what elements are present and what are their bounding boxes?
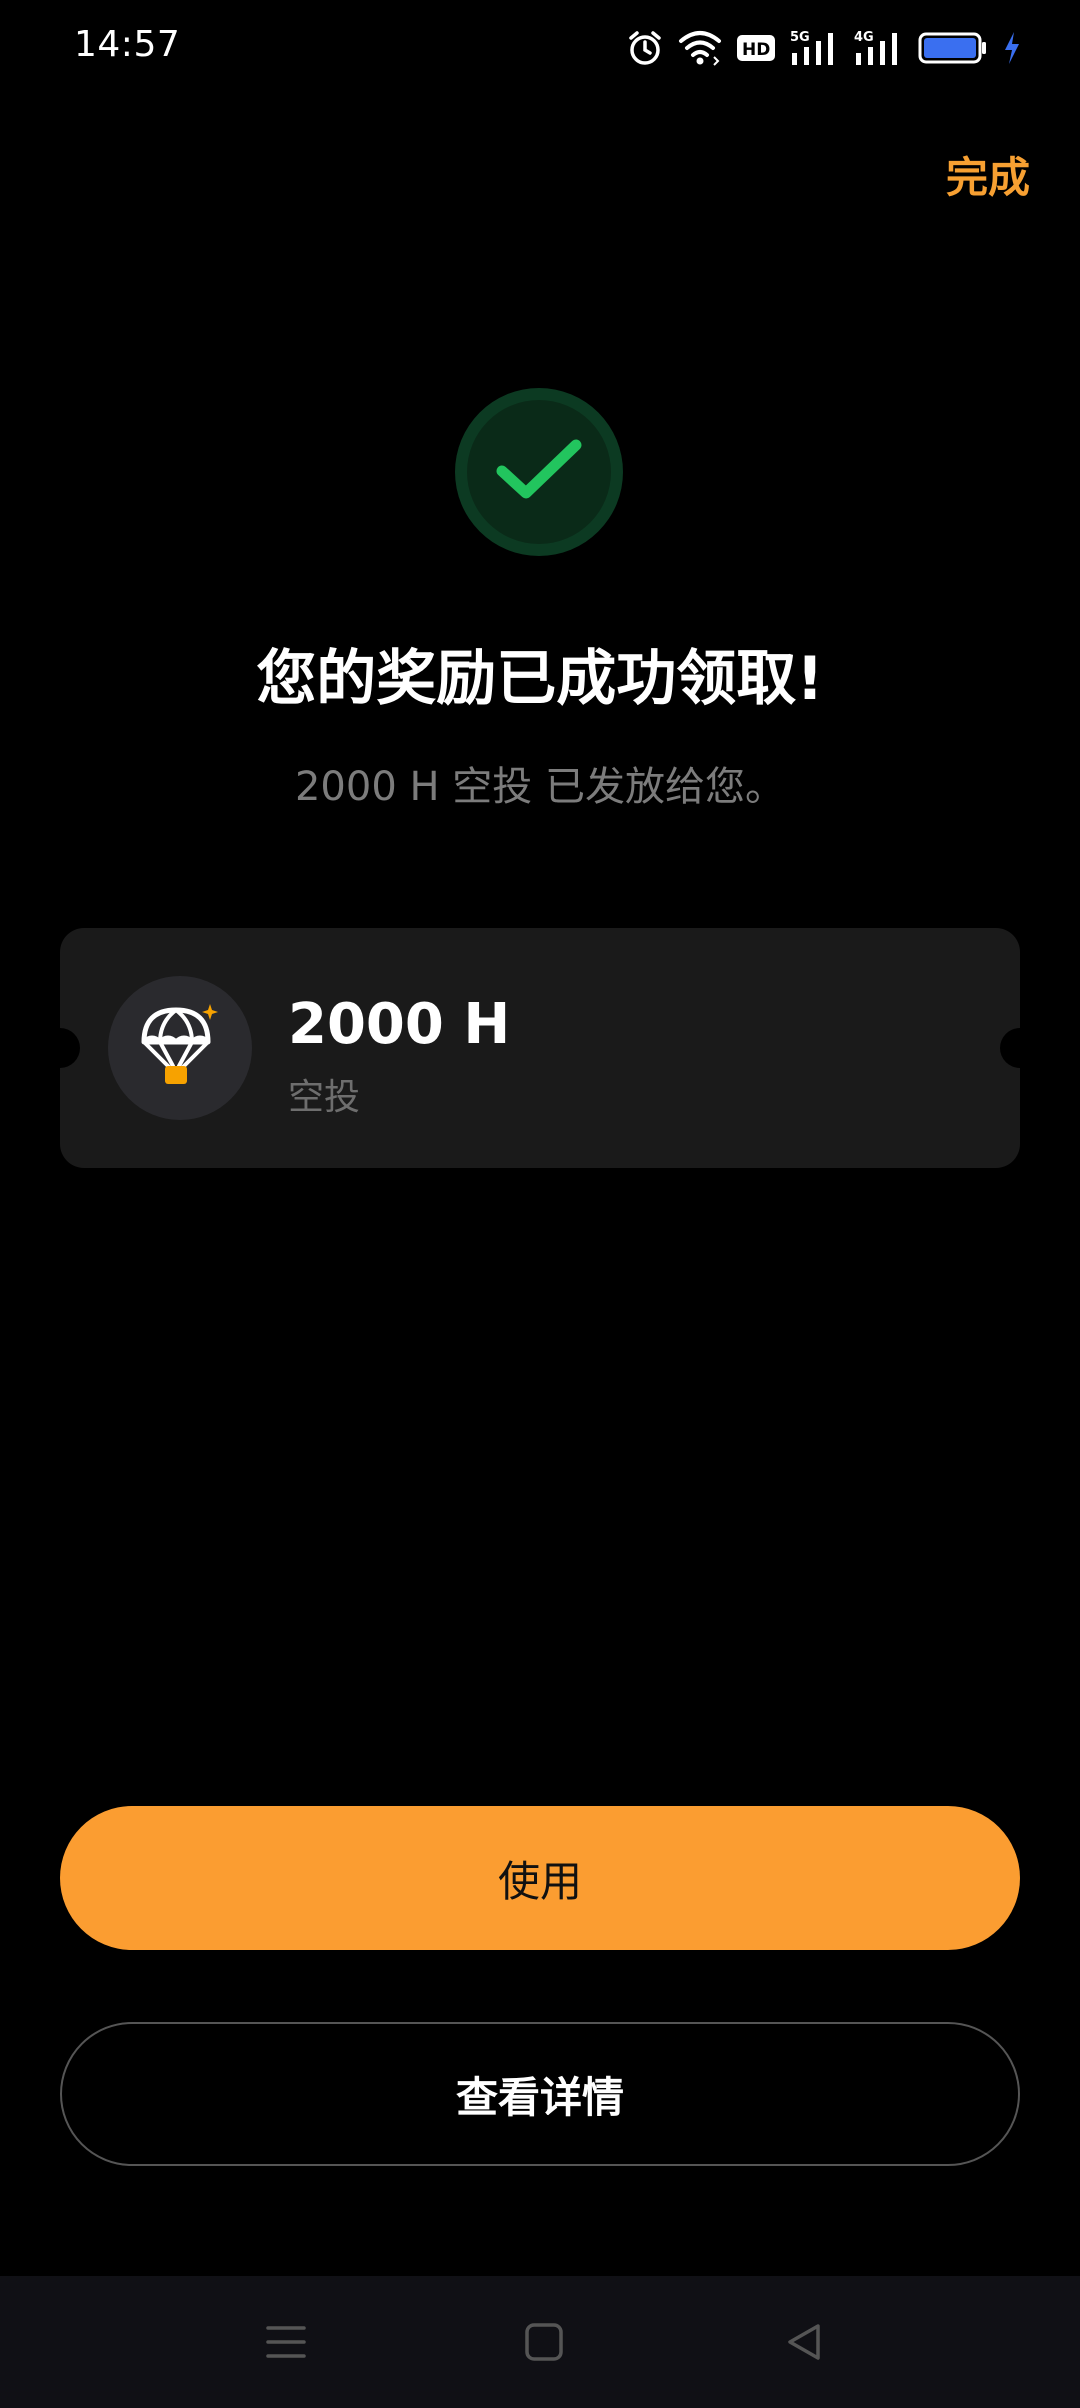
- success-badge-inner: [467, 400, 611, 544]
- status-icons: HD 5G 4G: [626, 26, 1022, 70]
- success-subtitle: 2000 H 空投 已发放给您。: [294, 764, 786, 810]
- use-button[interactable]: 使用: [60, 1806, 1020, 1950]
- reward-card: 2000 H 空投: [60, 928, 1020, 1168]
- checkmark-icon: [494, 435, 584, 509]
- charging-icon: [1002, 30, 1022, 66]
- parachute-icon: [138, 1002, 222, 1094]
- success-badge: [455, 388, 623, 556]
- wifi-icon: [678, 29, 722, 67]
- reward-icon-container: [108, 976, 252, 1120]
- navigation-bar: [0, 2276, 1080, 2408]
- card-notch-left: [60, 1028, 80, 1068]
- signal-4g-icon: 4G: [854, 29, 904, 67]
- svg-text:5G: 5G: [790, 30, 810, 45]
- battery-icon: [918, 30, 988, 66]
- reward-amount: 2000 H: [288, 992, 511, 1057]
- svg-text:HD: HD: [742, 40, 770, 60]
- alarm-icon: [626, 29, 664, 67]
- menu-icon[interactable]: [264, 2320, 308, 2364]
- svg-text:4G: 4G: [854, 30, 874, 45]
- back-icon[interactable]: [782, 2320, 826, 2364]
- home-icon[interactable]: [522, 2320, 566, 2364]
- status-bar: 14:57 HD 5G 4G: [0, 0, 1080, 96]
- view-details-button[interactable]: 查看详情: [60, 2022, 1020, 2166]
- status-time: 14:57: [74, 24, 181, 65]
- success-title: 您的奖励已成功领取!: [256, 644, 824, 714]
- card-notch-right: [1000, 1028, 1020, 1068]
- reward-type: 空投: [288, 1077, 361, 1118]
- done-button[interactable]: 完成: [946, 144, 1030, 205]
- hd-icon: HD: [736, 33, 776, 63]
- signal-5g-icon: 5G: [790, 29, 840, 67]
